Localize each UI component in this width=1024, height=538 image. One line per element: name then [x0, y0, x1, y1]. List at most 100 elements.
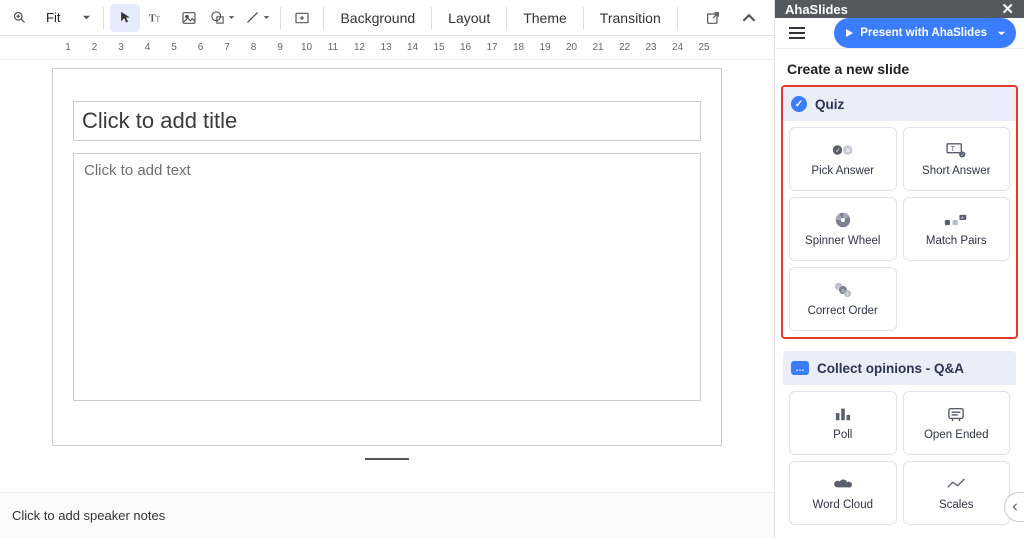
ruler-tick: 25 [698, 42, 710, 53]
canvas-area: Click to add title Click to add text [0, 60, 774, 492]
ruler-tick: 3 [115, 42, 127, 53]
tile-match-pairs[interactable]: A Match Pairs [903, 197, 1011, 261]
separator [583, 7, 584, 29]
chevron-down-icon [228, 14, 235, 21]
tile-correct-order[interactable]: 123 Correct Order [789, 267, 897, 331]
opinions-section: … Collect opinions - Q&A Poll Open Ended [781, 349, 1018, 533]
word-cloud-icon [833, 475, 853, 493]
theme-button[interactable]: Theme [513, 4, 577, 32]
tile-poll[interactable]: Poll [789, 391, 897, 455]
ruler-tick: 17 [486, 42, 498, 53]
correct-order-icon: 123 [833, 281, 853, 299]
ruler-tick: 18 [513, 42, 525, 53]
popout-icon[interactable] [698, 4, 728, 32]
tile-spinner-wheel[interactable]: Spinner Wheel [789, 197, 897, 261]
svg-text:T: T [149, 13, 156, 24]
tile-scales[interactable]: Scales [903, 461, 1011, 525]
tile-label: Poll [833, 429, 852, 441]
tile-label: Open Ended [924, 429, 989, 441]
tile-label: Spinner Wheel [805, 235, 880, 247]
tile-short-answer[interactable]: T✓ Short Answer [903, 127, 1011, 191]
sidebar-header: AhaSlides ✕ [775, 0, 1024, 18]
tile-label: Scales [939, 499, 974, 511]
ruler-tick: 2 [89, 42, 101, 53]
separator [677, 7, 678, 29]
ruler-tick: 22 [619, 42, 631, 53]
ruler-tick: 13 [380, 42, 392, 53]
line-tool[interactable] [241, 4, 274, 32]
layout-button[interactable]: Layout [438, 4, 500, 32]
speaker-notes[interactable]: Click to add speaker notes [0, 492, 774, 538]
separator [506, 7, 507, 29]
ruler-tick: 4 [142, 42, 154, 53]
separator [280, 7, 281, 29]
separator [103, 7, 104, 29]
ruler-tick: 20 [566, 42, 578, 53]
ruler-tick: 10 [301, 42, 313, 53]
svg-text:✓: ✓ [961, 153, 965, 158]
tile-label: Correct Order [808, 305, 878, 317]
spinner-wheel-icon [834, 211, 852, 229]
sidebar-app-title: AhaSlides [785, 2, 848, 17]
tile-label: Pick Answer [811, 165, 874, 177]
ruler-tick: 9 [274, 42, 286, 53]
ruler-tick: 19 [539, 42, 551, 53]
ruler-tick: 14 [407, 42, 419, 53]
ruler-tick: 11 [327, 42, 339, 53]
slide-body-placeholder[interactable]: Click to add text [73, 153, 701, 401]
open-ended-icon [947, 405, 965, 423]
close-icon[interactable]: ✕ [1001, 0, 1014, 18]
chevron-down-icon [997, 29, 1006, 38]
tile-label: Match Pairs [926, 235, 987, 247]
shape-tool[interactable] [206, 4, 239, 32]
slide-resize-handle[interactable] [365, 458, 409, 460]
quiz-heading-label: Quiz [815, 97, 844, 112]
tile-label: Short Answer [922, 165, 990, 177]
zoom-in-icon[interactable] [4, 4, 34, 32]
poll-icon [834, 405, 852, 423]
chat-icon: … [791, 361, 809, 375]
menu-icon[interactable] [783, 19, 811, 47]
scales-icon [946, 475, 966, 493]
slide[interactable]: Click to add title Click to add text [52, 68, 722, 446]
ruler-tick: 1 [62, 42, 74, 53]
transition-button[interactable]: Transition [590, 4, 671, 32]
check-icon: ✓ [791, 96, 807, 112]
text-box-tool[interactable]: TT [142, 4, 172, 32]
tile-pick-answer[interactable]: ✓✕ Pick Answer [789, 127, 897, 191]
new-slide-button[interactable] [287, 4, 317, 32]
ruler-tick: 8 [248, 42, 260, 53]
collapse-toolbar-icon[interactable] [734, 4, 764, 32]
tile-open-ended[interactable]: Open Ended [903, 391, 1011, 455]
zoom-select[interactable]: Fit [36, 4, 97, 32]
ruler-tick: 21 [592, 42, 604, 53]
opinions-section-header[interactable]: … Collect opinions - Q&A [783, 351, 1016, 385]
image-tool[interactable] [174, 4, 204, 32]
ruler-tick: 12 [354, 42, 366, 53]
chevron-down-icon [263, 14, 270, 21]
quiz-section-header[interactable]: ✓ Quiz [783, 87, 1016, 121]
slide-title-placeholder[interactable]: Click to add title [73, 101, 701, 141]
ruler-tick: 7 [221, 42, 233, 53]
quiz-section: ✓ Quiz ✓✕ Pick Answer T✓ Short Answer [781, 85, 1018, 339]
background-button[interactable]: Background [330, 4, 425, 32]
svg-text:✓: ✓ [835, 147, 840, 154]
svg-text:T: T [951, 145, 956, 153]
tile-label: Word Cloud [812, 499, 873, 511]
ruler-tick: 6 [195, 42, 207, 53]
ahaslides-sidebar: AhaSlides ✕ Present with AhaSlides Creat… [774, 0, 1024, 538]
present-button-label: Present with AhaSlides [860, 27, 987, 39]
tile-word-cloud[interactable]: Word Cloud [789, 461, 897, 525]
zoom-label: Fit [42, 10, 76, 25]
present-button[interactable]: Present with AhaSlides [834, 18, 1016, 48]
ruler-tick: 24 [672, 42, 684, 53]
short-answer-icon: T✓ [945, 141, 967, 159]
ruler-tick: 15 [433, 42, 445, 53]
select-tool[interactable] [110, 4, 140, 32]
separator [431, 7, 432, 29]
chevron-down-icon [82, 13, 91, 22]
ruler: 1234567891011121314151617181920212223242… [0, 36, 774, 60]
pick-answer-icon: ✓✕ [832, 141, 854, 159]
opinions-heading-label: Collect opinions - Q&A [817, 361, 964, 376]
ruler-tick: 5 [168, 42, 180, 53]
